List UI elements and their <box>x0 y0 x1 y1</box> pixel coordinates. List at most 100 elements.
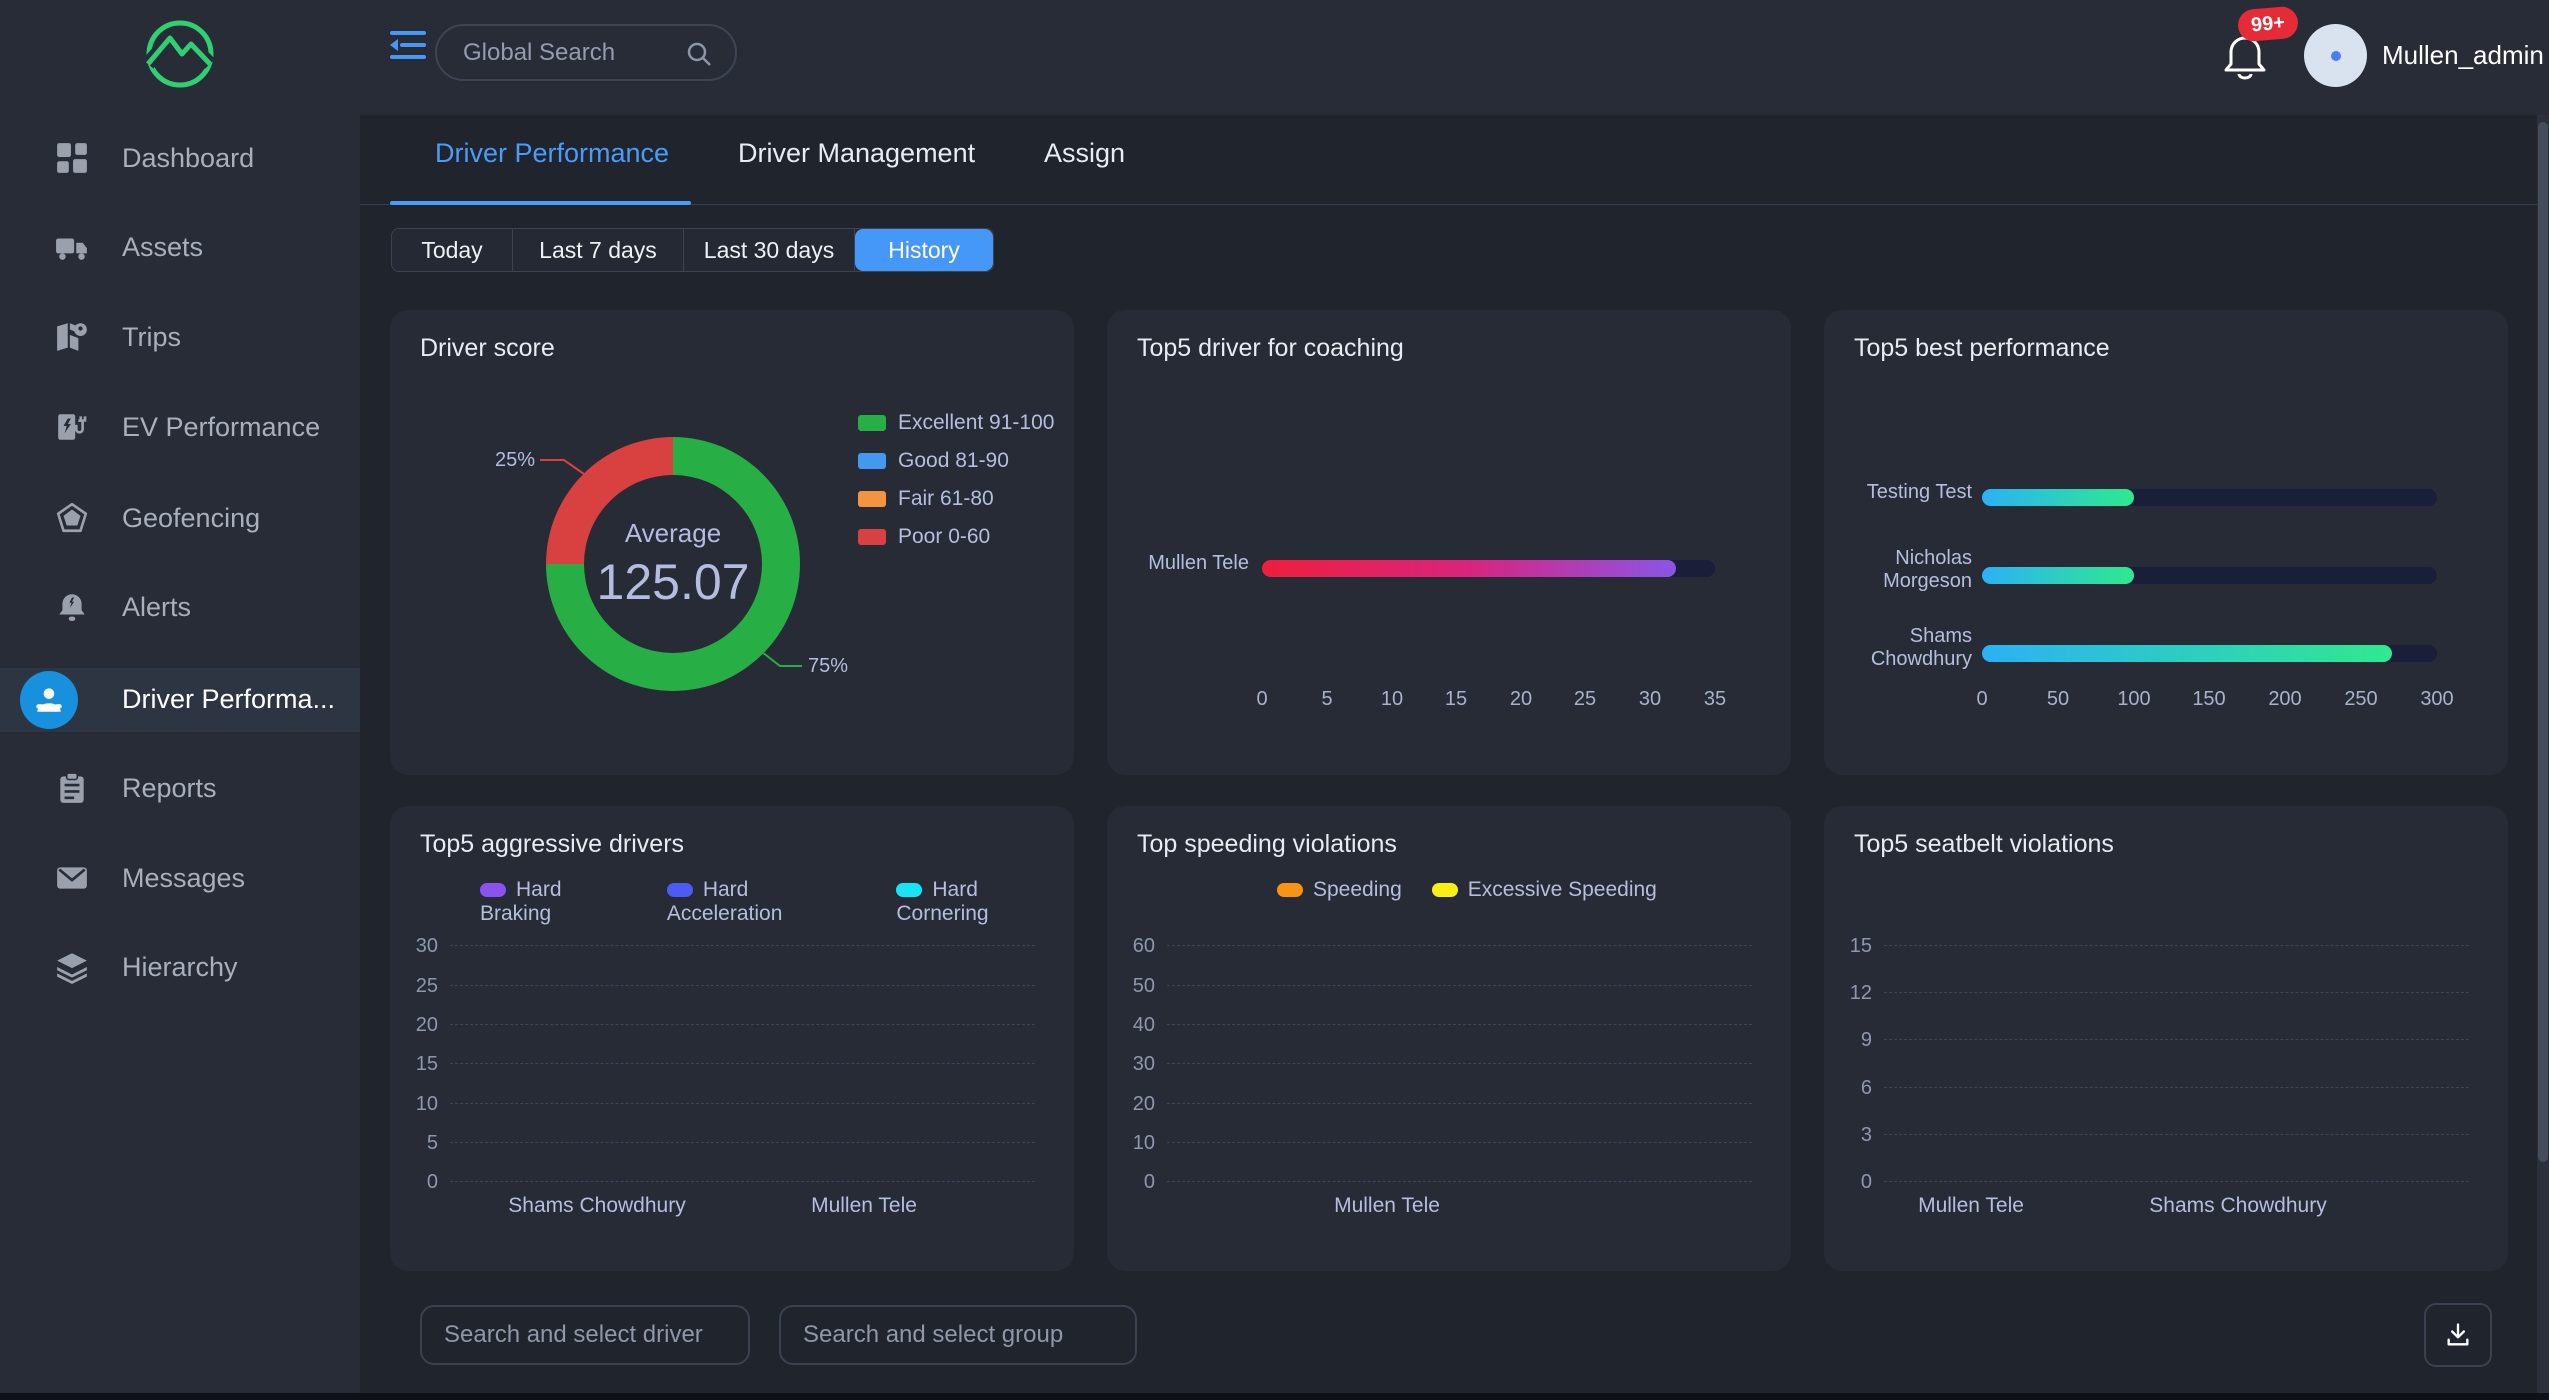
tab-assign[interactable]: Assign <box>1044 138 1125 169</box>
vertical-scrollbar-thumb[interactable] <box>2538 122 2548 1162</box>
tab-driver-performance[interactable]: Driver Performance <box>435 138 669 169</box>
app-logo[interactable] <box>140 14 220 94</box>
card-title: Driver score <box>420 334 555 363</box>
legend-item-good: Good 81-90 <box>858 449 1009 473</box>
donut-center-label: Average <box>625 518 721 549</box>
aggressive-plot-area <box>450 945 1035 1181</box>
sidebar-item-dashboard[interactable]: Dashboard <box>0 127 360 189</box>
legend-chip-excessive-speeding <box>1432 883 1458 897</box>
search-group-input[interactable] <box>779 1305 1137 1365</box>
sidebar-collapse-icon[interactable] <box>388 25 428 65</box>
category-label: Mullen Tele <box>754 1194 974 1218</box>
aggressive-legend: Hard Braking Hard Acceleration Hard Corn… <box>480 878 1074 926</box>
best-perf-bar-shams-chowdhury <box>1982 645 2392 662</box>
search-icon <box>685 40 713 68</box>
coaching-bar-track <box>1262 560 1715 577</box>
y-tick: 3 <box>1824 1124 1872 1147</box>
sidebar-item-assets[interactable]: Assets <box>0 216 360 278</box>
filter-last-7-days[interactable]: Last 7 days <box>513 229 684 271</box>
legend-chip-poor <box>858 529 886 545</box>
sidebar-item-label: Trips <box>122 306 181 368</box>
filter-history[interactable]: History <box>855 229 993 271</box>
sidebar-item-hierarchy[interactable]: Hierarchy <box>0 936 360 998</box>
sidebar-item-geofencing[interactable]: Geofencing <box>0 487 360 549</box>
global-search-input[interactable] <box>437 39 667 67</box>
legend-chip-fair <box>858 491 886 507</box>
gridline <box>1167 1181 1752 1182</box>
time-filter-group: Today Last 7 days Last 30 days History <box>391 228 994 272</box>
x-tick: 200 <box>2255 688 2315 711</box>
legend-item-speeding: Speeding <box>1277 878 1402 902</box>
tab-driver-management[interactable]: Driver Management <box>738 138 975 169</box>
sidebar-item-driver-performance[interactable]: Driver Performa... <box>0 668 360 732</box>
category-label: Mullen Tele <box>1861 1194 2081 1218</box>
search-driver-input[interactable] <box>420 1305 750 1365</box>
coaching-card: Top5 driver for coaching Mullen Tele 0 5… <box>1107 310 1791 775</box>
notification-count-badge: 99+ <box>2237 5 2300 42</box>
sidebar: Dashboard Assets Trips EV Performance Ge… <box>0 0 360 1393</box>
legend-chip-good <box>858 453 886 469</box>
y-tick: 20 <box>390 1014 438 1037</box>
filter-last-30-days[interactable]: Last 30 days <box>684 229 855 271</box>
avatar-placeholder-dot <box>2331 51 2341 61</box>
sidebar-item-label: Reports <box>122 757 217 819</box>
legend-chip-excellent <box>858 415 886 431</box>
sidebar-item-messages[interactable]: Messages <box>0 847 360 909</box>
donut-center: Average 125.07 <box>584 475 762 653</box>
y-tick: 15 <box>1824 935 1872 958</box>
legend-item-hard-acceleration: Hard Acceleration <box>667 878 867 926</box>
gridline <box>450 1181 1035 1182</box>
card-title: Top5 best performance <box>1854 334 2110 363</box>
legend-label: Good 81-90 <box>898 449 1009 472</box>
x-tick: 250 <box>2331 688 2391 711</box>
layers-icon <box>55 950 89 984</box>
y-tick: 6 <box>1824 1077 1872 1100</box>
sidebar-item-ev-performance[interactable]: EV Performance <box>0 396 360 458</box>
card-title: Top5 seatbelt violations <box>1854 830 2114 859</box>
sidebar-item-label: Geofencing <box>122 487 260 549</box>
donut-callout-25: 25% <box>485 449 535 472</box>
sidebar-item-alerts[interactable]: Alerts <box>0 576 360 638</box>
y-tick: 30 <box>1107 1053 1155 1076</box>
y-tick: 12 <box>1824 982 1872 1005</box>
legend-chip-speeding <box>1277 883 1303 897</box>
x-tick: 35 <box>1685 688 1745 711</box>
category-label: Mullen Tele <box>1277 1194 1497 1218</box>
y-tick: 5 <box>390 1132 438 1155</box>
map-pin-icon <box>55 320 89 354</box>
sidebar-item-label: Messages <box>122 847 245 909</box>
seatbelt-violations-card: Top5 seatbelt violations 0 3 6 9 12 15 M… <box>1824 806 2508 1271</box>
x-tick: 5 <box>1297 688 1357 711</box>
sidebar-item-label: Alerts <box>122 576 191 638</box>
sidebar-item-trips[interactable]: Trips <box>0 306 360 368</box>
aggressive-drivers-card: Top5 aggressive drivers Hard Braking Har… <box>390 806 1074 1271</box>
sidebar-item-label: Hierarchy <box>122 936 238 998</box>
category-label: Shams Chowdhury <box>487 1194 707 1218</box>
avatar[interactable] <box>2304 24 2367 87</box>
best-perf-track-3 <box>1982 645 2437 662</box>
y-tick: 0 <box>390 1171 438 1194</box>
legend-item-excessive-speeding: Excessive Speeding <box>1432 878 1657 902</box>
x-tick: 50 <box>2028 688 2088 711</box>
speeding-legend: Speeding Excessive Speeding <box>1277 878 1657 902</box>
y-tick: 10 <box>390 1093 438 1116</box>
y-tick: 30 <box>390 935 438 958</box>
y-tick: 15 <box>390 1053 438 1076</box>
filter-today[interactable]: Today <box>392 229 513 271</box>
horizontal-scrollbar-track[interactable] <box>0 1393 2549 1400</box>
truck-icon <box>55 230 89 264</box>
legend-item-excellent: Excellent 91-100 <box>858 411 1054 435</box>
legend-label: Fair 61-80 <box>898 487 994 510</box>
card-title: Top5 driver for coaching <box>1137 334 1404 363</box>
sidebar-item-reports[interactable]: Reports <box>0 757 360 819</box>
y-tick: 40 <box>1107 1014 1155 1037</box>
x-tick: 15 <box>1426 688 1486 711</box>
ev-charger-icon <box>55 410 89 444</box>
legend-chip-hard-acceleration <box>667 883 693 897</box>
download-button[interactable] <box>2424 1303 2492 1367</box>
bar-label-mullen-tele: Mullen Tele <box>1117 552 1249 575</box>
x-tick: 0 <box>1952 688 2012 711</box>
legend-label: Excessive Speeding <box>1468 878 1657 901</box>
x-tick: 150 <box>2179 688 2239 711</box>
geofence-pentagon-icon <box>55 501 89 535</box>
